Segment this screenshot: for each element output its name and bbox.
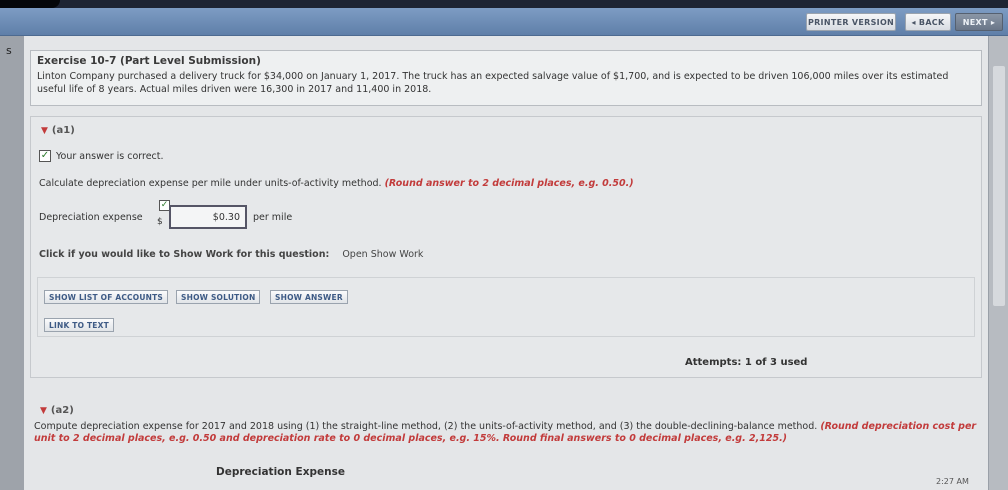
main-content: Exercise 10-7 (Part Level Submission) Li… bbox=[24, 36, 988, 490]
show-work-row: Click if you would like to Show Work for… bbox=[39, 249, 423, 260]
attempts-counter: Attempts: 1 of 3 used bbox=[685, 357, 808, 368]
show-list-of-accounts-button[interactable]: SHOW LIST OF ACCOUNTS bbox=[44, 290, 169, 304]
exercise-description: Linton Company purchased a delivery truc… bbox=[37, 71, 949, 95]
collapse-triangle-icon: ▼ bbox=[40, 406, 47, 416]
dollar-sign: $ bbox=[157, 217, 163, 227]
question-instruction: Calculate depreciation expense per mile … bbox=[39, 178, 634, 189]
depreciation-expense-input[interactable]: $0.30 bbox=[169, 205, 247, 229]
next-button[interactable]: NEXT ▸ bbox=[955, 13, 1003, 31]
collapse-triangle-icon: ▼ bbox=[41, 126, 48, 136]
clock-time: 2:27 AM bbox=[936, 477, 969, 486]
correct-notice: ✓ Your answer is correct. bbox=[39, 150, 164, 162]
printer-version-button[interactable]: PRINTER VERSION bbox=[806, 13, 896, 31]
link-to-text-button[interactable]: LINK TO TEXT bbox=[44, 318, 114, 332]
part-a1-label: (a1) bbox=[51, 125, 75, 136]
part-a2-instruction: Compute depreciation expense for 2017 an… bbox=[34, 421, 982, 445]
checkmark-icon: ✓ bbox=[39, 150, 51, 162]
help-buttons-box: SHOW LIST OF ACCOUNTS SHOW SOLUTION SHOW… bbox=[37, 277, 975, 337]
part-a2-label: (a2) bbox=[50, 405, 74, 416]
left-edge-text: s bbox=[6, 44, 12, 57]
show-work-prompt: Click if you would like to Show Work for… bbox=[39, 249, 330, 260]
left-panel-edge: s bbox=[0, 36, 24, 490]
part-a2-text: Compute depreciation expense for 2017 an… bbox=[34, 421, 818, 432]
depreciation-row: Depreciation expense ✓ $ $0.30 per mile bbox=[39, 200, 639, 235]
unit-label: per mile bbox=[253, 212, 293, 223]
top-left-shadow bbox=[0, 0, 60, 8]
open-show-work-link[interactable]: Open Show Work bbox=[342, 249, 423, 260]
scrollbar-thumb[interactable] bbox=[993, 66, 1005, 306]
exercise-title: Exercise 10-7 (Part Level Submission) bbox=[37, 55, 261, 67]
depreciation-expense-label: Depreciation expense bbox=[39, 212, 143, 223]
part-a1-toggle[interactable]: ▼ (a1) bbox=[41, 125, 75, 136]
scrollbar[interactable] bbox=[988, 36, 1008, 490]
part-a1-panel: ▼ (a1) ✓ Your answer is correct. Calculat… bbox=[30, 116, 982, 378]
exercise-header: Exercise 10-7 (Part Level Submission) Li… bbox=[30, 50, 982, 106]
nav-bar: PRINTER VERSION ◂ BACK NEXT ▸ bbox=[0, 8, 1008, 36]
rounding-hint: (Round answer to 2 decimal places, e.g. … bbox=[384, 178, 634, 189]
back-button[interactable]: ◂ BACK bbox=[905, 13, 951, 31]
part-a2-toggle[interactable]: ▼ (a2) bbox=[40, 405, 74, 416]
show-solution-button[interactable]: SHOW SOLUTION bbox=[176, 290, 261, 304]
correct-text: Your answer is correct. bbox=[56, 150, 164, 162]
depreciation-expense-heading: Depreciation Expense bbox=[216, 466, 345, 478]
show-answer-button[interactable]: SHOW ANSWER bbox=[270, 290, 348, 304]
browser-top-strip bbox=[0, 0, 1008, 8]
instruction-text: Calculate depreciation expense per mile … bbox=[39, 178, 382, 189]
